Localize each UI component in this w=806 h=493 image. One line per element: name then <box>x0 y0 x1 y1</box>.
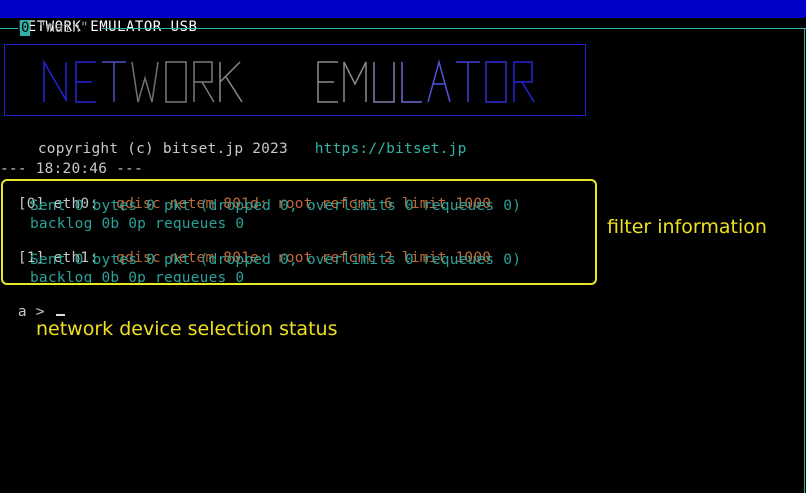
window-title-bar: NETWORK EMULATOR USB <box>0 0 806 35</box>
ascii-banner <box>4 44 586 116</box>
session-number[interactable]: 0 <box>20 20 31 36</box>
session-rule <box>0 28 18 29</box>
banner-logo <box>43 59 535 103</box>
text-cursor <box>55 314 65 316</box>
selection-status-annotation: network device selection status <box>36 318 338 340</box>
session-name: "main" <box>38 20 89 36</box>
pane-border <box>804 28 805 493</box>
command-prompt[interactable]: a > <box>0 288 65 320</box>
filter-highlight-box <box>1 179 597 285</box>
website-link[interactable]: https://bitset.jp <box>315 141 467 157</box>
copyright-text: copyright (c) bitset.jp 2023 <box>37 141 288 157</box>
copyright-line: copyright (c) bitset.jp 2023 https://bit… <box>20 125 467 157</box>
session-rule <box>102 28 806 29</box>
filter-info-annotation: filter information <box>607 216 767 238</box>
session-bar: 0 "main" <box>0 20 806 38</box>
clock-line: --- 18:20:46 --- <box>0 161 143 177</box>
